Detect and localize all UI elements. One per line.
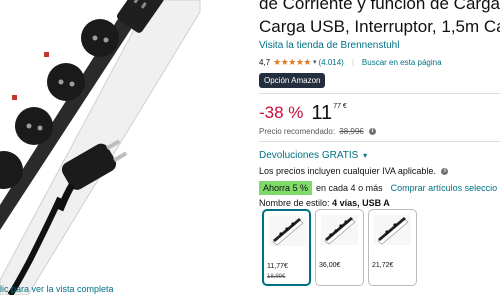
savings-row: Ahorra 5 % en cada 4 o más Comprar artíc… — [259, 181, 497, 195]
info-icon[interactable]: i — [441, 168, 449, 176]
product-title-line1: de Corriente y función de Carga U — [259, 0, 500, 13]
star-rating-icon[interactable]: ★★★★★ — [273, 57, 311, 68]
power-strip-thumbnail — [321, 215, 358, 245]
option-price: 11,77€ — [267, 263, 288, 270]
style-option-4-vias-usb-a[interactable]: 11,77€ 18,99€ — [262, 209, 311, 286]
recommended-price: Precio recomendado: 38,99€ i — [259, 127, 376, 136]
product-title-line2: Carga USB, Interruptor, 1,5m Cabl — [259, 17, 500, 36]
option-price: 21,72€ — [372, 262, 394, 269]
divider — [259, 93, 500, 94]
price-row: -38 % 11 77 € — [259, 101, 347, 125]
price-fraction: 77 € — [333, 103, 347, 110]
divider: | — [351, 57, 354, 67]
vat-text: Los precios incluyen cualquier IVA aplic… — [259, 166, 436, 176]
price-whole: 11 — [311, 102, 333, 124]
style-option-3[interactable]: 21,72€ — [368, 209, 417, 286]
compare-items-link[interactable]: Comprar artículos seleccio — [391, 183, 498, 193]
product-image-panel[interactable]: lic para ver la vista completa — [0, 0, 250, 295]
search-page-link[interactable]: Buscar en esta página — [362, 58, 442, 67]
chevron-down-icon: ▾ — [363, 151, 368, 160]
divider — [259, 141, 500, 142]
rating-count-link[interactable]: (4.014) — [318, 58, 343, 67]
rrp-value: 38,99€ — [339, 127, 364, 136]
product-title: de Corriente y función de Carga U Carga … — [259, 0, 500, 38]
store-link[interactable]: Visita la tienda de Brennenstuhl — [259, 40, 399, 51]
style-option-2[interactable]: 36,00€ — [315, 209, 364, 286]
option-old-price: 18,99€ — [267, 274, 286, 280]
power-strip-thumbnail — [269, 216, 306, 246]
style-name: Nombre de estilo: 4 vías, USB A — [259, 198, 390, 208]
power-strip-image[interactable] — [0, 0, 250, 295]
free-returns-label: Devoluciones GRATIS — [259, 150, 359, 161]
chevron-down-icon[interactable]: ▾ — [313, 58, 317, 66]
view-full-image-link[interactable]: lic para ver la vista completa — [0, 284, 114, 294]
style-label: Nombre de estilo: — [259, 198, 330, 208]
style-options: 11,77€ 18,99€ 36,00€ 21,72€ — [262, 209, 417, 286]
product-details: de Corriente y función de Carga U Carga … — [259, 0, 500, 295]
amazon-choice-badge: Opción Amazon — [259, 73, 326, 88]
discount-percent: -38 % — [259, 103, 304, 122]
rrp-label: Precio recomendado: — [259, 127, 336, 136]
free-returns-link[interactable]: Devoluciones GRATIS ▾ — [259, 150, 367, 161]
savings-text: en cada 4 o más — [316, 183, 383, 193]
option-price: 36,00€ — [319, 262, 341, 269]
rating-value: 4,7 — [259, 57, 271, 67]
style-value: 4 vías, USB A — [332, 198, 390, 208]
vat-notice: Los precios incluyen cualquier IVA aplic… — [259, 166, 449, 176]
info-icon[interactable]: i — [368, 128, 376, 136]
power-strip-thumbnail — [374, 215, 411, 245]
ratings-row: 4,7 ★★★★★ ▾ (4.014) | Buscar en esta pág… — [259, 56, 442, 68]
savings-badge: Ahorra 5 % — [259, 181, 313, 195]
